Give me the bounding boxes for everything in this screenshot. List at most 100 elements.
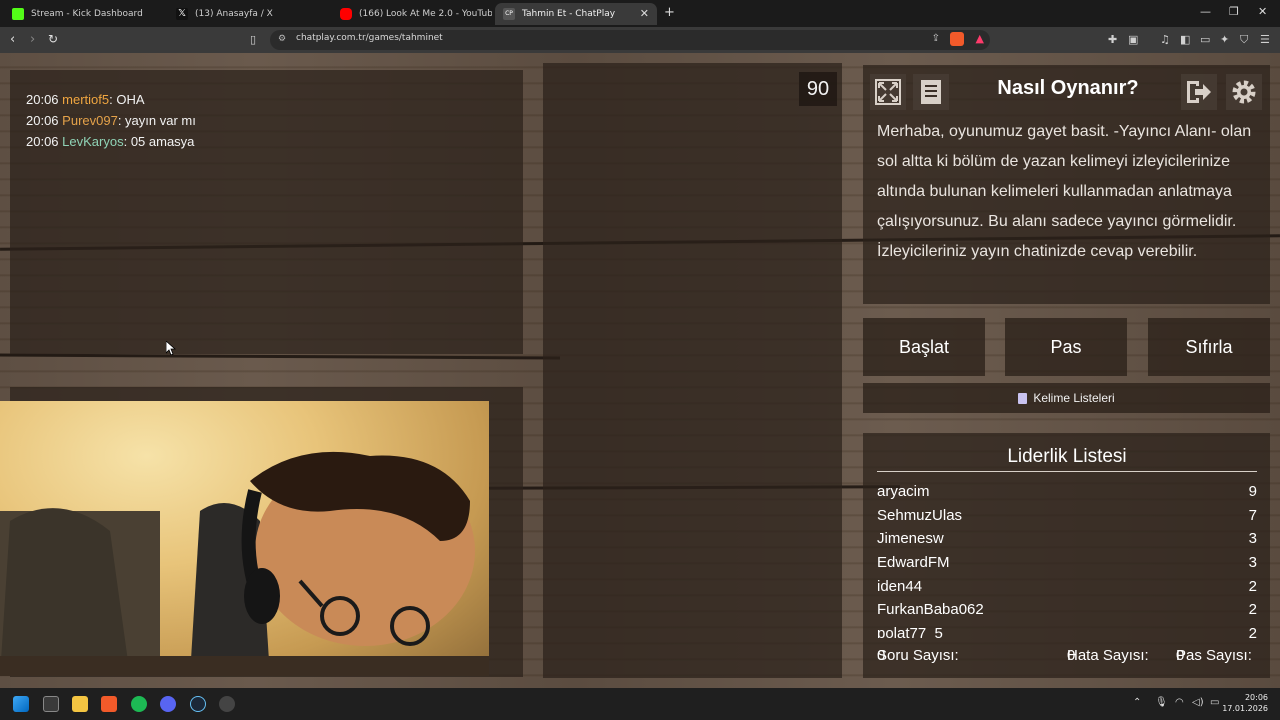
- player-name: iden44: [877, 577, 923, 595]
- leaderboard-row: EdwardFM 3: [877, 552, 1257, 576]
- back-icon[interactable]: ‹: [10, 32, 15, 47]
- file-explorer-icon[interactable]: [72, 696, 88, 712]
- tab-kick-dashboard[interactable]: Stream - Kick Dashboard: [4, 3, 164, 25]
- wood-crack: [0, 353, 561, 360]
- reload-icon[interactable]: ↻: [48, 32, 58, 46]
- player-name: FurkanBaba062: [877, 601, 984, 619]
- notes-button[interactable]: [913, 74, 949, 110]
- share-icon[interactable]: ⇪: [932, 33, 940, 44]
- word-lists-button[interactable]: Kelime Listeleri: [863, 383, 1270, 413]
- kick-icon: [12, 8, 24, 20]
- wifi-icon[interactable]: ◠: [1175, 697, 1184, 708]
- pass-count-label: Pas Sayısı:: [1176, 647, 1252, 664]
- player-score: 7: [1248, 506, 1257, 524]
- menu-icon[interactable]: ☰: [1260, 33, 1270, 46]
- browser-tab-bar: Stream - Kick Dashboard 𝕏 (13) Anasayfa …: [0, 0, 1280, 27]
- youtube-icon: [340, 8, 352, 20]
- question-count-label: Soru Sayısı:: [877, 647, 959, 664]
- tab-title: (166) Look At Me 2.0 - YouTube: [359, 9, 492, 19]
- forward-icon[interactable]: ›: [30, 32, 35, 47]
- chat-message: 20:06 mertiof5: OHA: [26, 92, 145, 107]
- new-tab-button[interactable]: +: [664, 5, 675, 20]
- leaderboard-list[interactable]: aryacim 9 SehmuzUlas 7 Jimenesw 3 EdwardFM 3…: [877, 481, 1257, 638]
- player-score: 3: [1248, 530, 1257, 548]
- screenshot-icon[interactable]: ▣: [1128, 33, 1138, 46]
- brave-rewards-icon[interactable]: ▲: [976, 32, 984, 45]
- fullscreen-icon: [875, 79, 901, 105]
- extensions-icon[interactable]: ✚: [1108, 33, 1117, 46]
- x-logo-icon: 𝕏: [176, 8, 188, 20]
- chat-username: LevKaryos: [62, 134, 124, 149]
- windows-taskbar: ⌃ 🎙︎ ◠ ◁) ▭ 20:06 17.01.2026: [0, 688, 1280, 720]
- error-count-value: 0: [1067, 647, 1076, 664]
- close-window-icon[interactable]: ✕: [1258, 5, 1267, 18]
- leaderboard-row: iden44 2: [877, 576, 1257, 600]
- windows-start-icon[interactable]: [13, 696, 29, 712]
- taskbar-clock[interactable]: 20:06 17.01.2026: [1222, 692, 1268, 714]
- webcam-image: [0, 451, 489, 676]
- player-score: 2: [1248, 625, 1257, 638]
- leaderboard-row: SehmuzUlas 7: [877, 505, 1257, 529]
- game-page: 20:06 mertiof5: OHA 20:06 Purev097: yayı…: [0, 53, 1280, 688]
- ms-store-icon[interactable]: [43, 696, 59, 712]
- address-bar[interactable]: ⚙ chatplay.com.tr/games/tahminet ⇪ ▲: [270, 30, 990, 50]
- chatplay-icon: CP: [503, 8, 515, 20]
- question-count-value: 0: [877, 647, 886, 664]
- error-count-label: Hata Sayısı:: [1067, 647, 1149, 664]
- player-name: aryacim: [877, 483, 930, 500]
- tab-x-home[interactable]: 𝕏 (13) Anasayfa / X: [168, 3, 328, 25]
- url-text: chatplay.com.tr/games/tahminet: [296, 33, 443, 43]
- document-icon: [921, 80, 941, 104]
- tab-title: (13) Anasayfa / X: [195, 9, 273, 19]
- site-info-icon[interactable]: ⚙: [278, 34, 286, 44]
- obs-icon[interactable]: [219, 696, 235, 712]
- player-name: polat77_5: [877, 625, 943, 638]
- battery-icon[interactable]: ▭: [1210, 697, 1219, 708]
- microphone-icon[interactable]: 🎙︎: [1155, 697, 1168, 708]
- exit-button[interactable]: [1181, 74, 1217, 110]
- game-board-panel: [543, 63, 842, 678]
- leaderboard-title: Liderlik Listesi: [1007, 446, 1127, 467]
- clock-time: 20:06: [1244, 693, 1268, 702]
- sign-out-icon: [1187, 81, 1211, 103]
- how-to-play-text: Merhaba, oyunumuz gayet basit. -Yayıncı …: [877, 123, 1252, 260]
- tab-chatplay[interactable]: CP Tahmin Et - ChatPlay ✕: [495, 3, 657, 25]
- mouse-cursor-icon: [166, 341, 176, 355]
- media-icon[interactable]: ♫: [1160, 33, 1170, 46]
- player-score: 2: [1248, 577, 1257, 595]
- discord-icon[interactable]: [160, 696, 176, 712]
- sidebar-icon[interactable]: ◧: [1180, 33, 1190, 46]
- bookmark-icon[interactable]: ▯: [250, 33, 256, 46]
- close-tab-icon[interactable]: ✕: [640, 7, 649, 20]
- brave-browser-icon[interactable]: [101, 696, 117, 712]
- wallet-icon[interactable]: ▭: [1200, 33, 1210, 46]
- settings-button[interactable]: [1226, 74, 1262, 110]
- restore-icon[interactable]: ❐: [1229, 5, 1239, 18]
- brave-shields-icon[interactable]: [950, 32, 964, 46]
- reset-button[interactable]: Sıfırla: [1148, 318, 1270, 376]
- pass-button[interactable]: Pas: [1005, 318, 1127, 376]
- fullscreen-button[interactable]: [870, 74, 906, 110]
- minimize-icon[interactable]: —: [1200, 5, 1211, 18]
- chat-message: 20:06 LevKaryos: 05 amasya: [26, 134, 194, 149]
- player-score: 9: [1248, 483, 1257, 500]
- start-button[interactable]: Başlat: [863, 318, 985, 376]
- word-lists-label: Kelime Listeleri: [1033, 391, 1115, 405]
- gear-icon: [1232, 80, 1256, 104]
- tab-title: Tahmin Et - ChatPlay: [522, 9, 616, 19]
- volume-icon[interactable]: ◁): [1192, 697, 1204, 708]
- leaderboard-divider: [877, 471, 1257, 472]
- leo-ai-icon[interactable]: ✦: [1220, 33, 1229, 46]
- chat-time: 20:06: [26, 113, 59, 128]
- steam-icon[interactable]: [190, 696, 206, 712]
- spotify-icon[interactable]: [131, 696, 147, 712]
- player-score: 3: [1248, 554, 1257, 572]
- tray-overflow-icon[interactable]: ⌃: [1133, 697, 1141, 708]
- webcam-overlay: [0, 401, 489, 676]
- leaderboard-row: FurkanBaba062 2: [877, 599, 1257, 623]
- tab-youtube[interactable]: (166) Look At Me 2.0 - YouTube: [332, 3, 492, 25]
- notebook-icon: [1018, 392, 1028, 404]
- browser-toolbar: ‹ › ↻ ▯ ⚙ chatplay.com.tr/games/tahminet…: [0, 27, 1280, 53]
- player-score: 2: [1248, 601, 1257, 619]
- vpn-icon[interactable]: ⛉: [1240, 33, 1248, 47]
